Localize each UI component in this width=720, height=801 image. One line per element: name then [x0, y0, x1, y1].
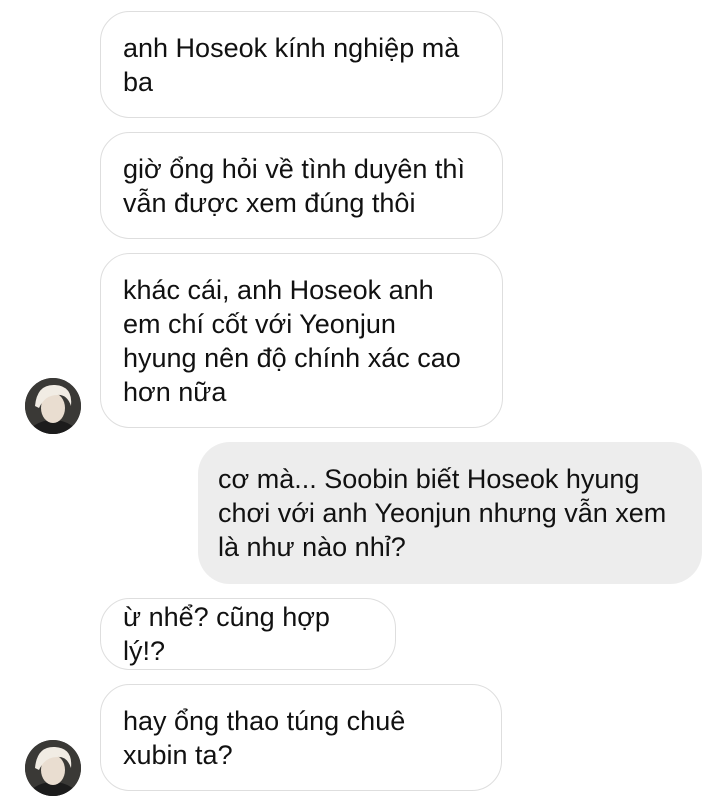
- message-bubble-incoming[interactable]: giờ ổng hỏi về tình duyên thì vẫn được x…: [100, 132, 503, 239]
- contact-avatar[interactable]: [25, 378, 81, 434]
- message-bubble-incoming[interactable]: ừ nhể? cũng hợp lý!?: [100, 598, 396, 670]
- avatar-image: [25, 740, 81, 796]
- contact-avatar[interactable]: [25, 740, 81, 796]
- message-bubble-outgoing[interactable]: cơ mà... Soobin biết Hoseok hyung chơi v…: [198, 442, 702, 584]
- avatar-image: [25, 378, 81, 434]
- message-bubble-incoming[interactable]: hay ổng thao túng chuê xubin ta?: [100, 684, 502, 791]
- message-bubble-incoming[interactable]: anh Hoseok kính nghiệp mà ba: [100, 11, 503, 118]
- message-bubble-incoming[interactable]: khác cái, anh Hoseok anh em chí cốt với …: [100, 253, 503, 428]
